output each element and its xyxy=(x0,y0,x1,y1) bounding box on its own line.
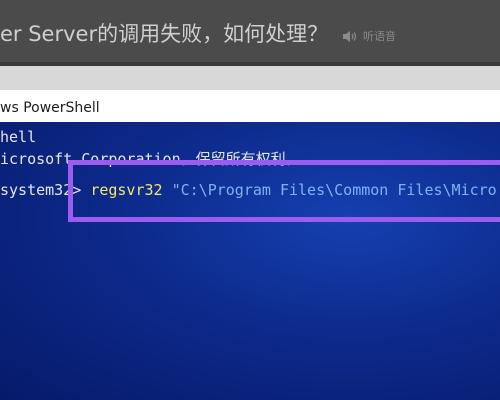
console-line: hell xyxy=(0,128,37,146)
article-title: er Server的调用失败，如何处理？ xyxy=(0,22,329,46)
page-background xyxy=(0,66,500,90)
window-title: ws PowerShell xyxy=(0,100,100,116)
speaker-icon xyxy=(342,30,358,43)
highlight-box xyxy=(68,160,500,222)
listen-label: 听语音 xyxy=(363,30,396,43)
listen-button[interactable]: 听语音 xyxy=(342,28,396,44)
